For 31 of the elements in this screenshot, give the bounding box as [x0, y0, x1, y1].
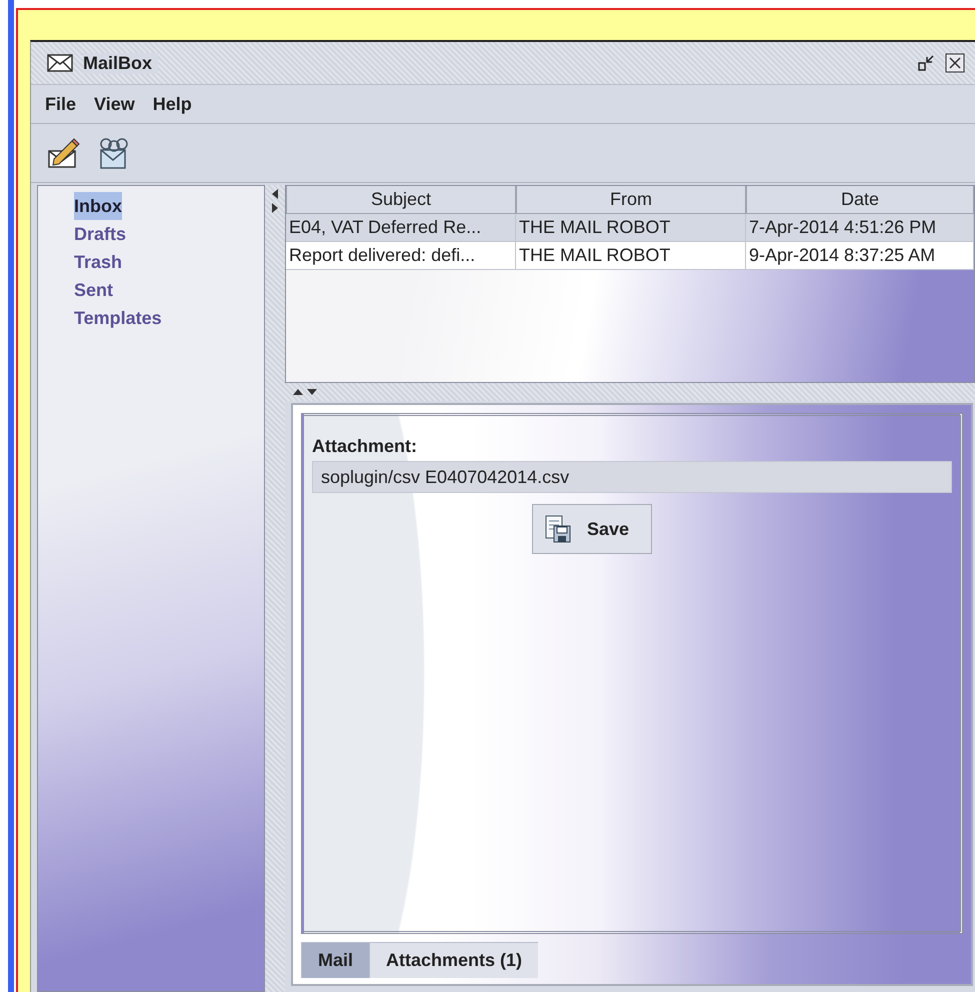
- attachment-item[interactable]: soplugin/csv E0407042014.csv: [312, 461, 952, 493]
- close-icon[interactable]: [945, 53, 965, 73]
- minimize-icon[interactable]: [917, 54, 935, 72]
- envelope-icon: [47, 53, 73, 73]
- folder-item[interactable]: Templates: [74, 304, 162, 332]
- folder-item[interactable]: Drafts: [74, 220, 126, 248]
- menu-item[interactable]: View: [94, 94, 135, 114]
- tab[interactable]: Mail: [301, 942, 370, 978]
- save-menu-item[interactable]: Save: [541, 511, 644, 547]
- table-cell[interactable]: E04, VAT Deferred Re...: [286, 214, 516, 242]
- table-cell[interactable]: 9-Apr-2014 8:37:25 AM: [746, 242, 974, 270]
- folder-item[interactable]: Sent: [74, 276, 114, 304]
- window-title: MailBox: [83, 52, 158, 74]
- table-cell[interactable]: THE MAIL ROBOT: [516, 242, 746, 270]
- folder-item[interactable]: Inbox: [74, 192, 122, 220]
- folder-item[interactable]: Trash: [74, 248, 122, 276]
- column-header[interactable]: Subject: [286, 186, 516, 214]
- table-cell[interactable]: THE MAIL ROBOT: [516, 214, 746, 242]
- expand-down-icon[interactable]: [307, 389, 317, 395]
- collapse-left-icon[interactable]: [272, 189, 278, 199]
- table-cell[interactable]: Report delivered: defi...: [286, 242, 516, 270]
- table-cell[interactable]: 7-Apr-2014 4:51:26 PM: [746, 214, 974, 242]
- column-header[interactable]: From: [516, 186, 746, 214]
- column-header[interactable]: Date: [746, 186, 974, 214]
- expand-right-icon[interactable]: [272, 203, 278, 213]
- menu-item[interactable]: File: [45, 94, 76, 114]
- menu-item[interactable]: Help: [152, 94, 192, 114]
- tab[interactable]: Attachments (1): [369, 942, 538, 978]
- save-icon: [545, 515, 571, 543]
- attachment-label: Attachment:: [312, 436, 418, 457]
- collapse-up-icon[interactable]: [293, 389, 303, 395]
